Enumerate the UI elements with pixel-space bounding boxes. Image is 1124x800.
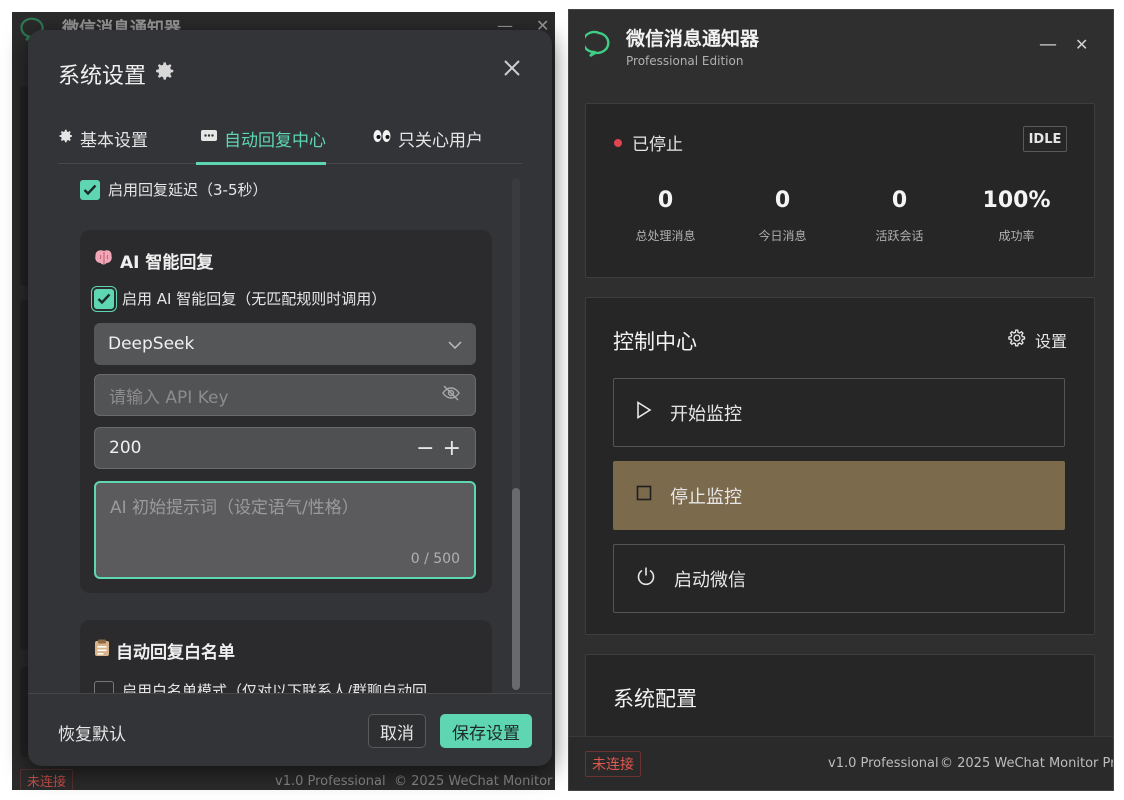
stop-monitor-label: 停止监控 — [670, 486, 742, 508]
tab-label: 基本设置 — [80, 131, 148, 151]
plus-icon[interactable]: + — [443, 436, 461, 461]
stat-value: 100% — [982, 188, 1051, 213]
gear-icon — [1007, 328, 1027, 352]
settings-modal: 系统设置 基本设置 自动回复中心 只关心用户 启用回复延迟（3-5秒） AI 智… — [28, 30, 552, 766]
status-indicator: 已停止 — [614, 130, 683, 155]
main-app-window: 微信消息通知器 Professional Edition — ✕ 已停止 IDL… — [569, 10, 1113, 790]
ai-enable-label: 启用 AI 智能回复（无匹配规则时调用） — [122, 290, 387, 308]
tab-basic-settings[interactable]: 基本设置 — [58, 126, 148, 151]
copyright-label: © 2025 WeChat Monitor Pro — [394, 774, 555, 789]
max-tokens-value: 200 — [109, 438, 142, 458]
tab-vip-users[interactable]: 只关心用户 — [372, 126, 483, 151]
stat-success-rate: 100% 成功率 — [958, 188, 1075, 244]
whitelist-mode-checkbox[interactable]: 启用白名单模式（仅对以下联系人/群聊自动回 — [94, 680, 427, 693]
launch-wechat-label: 启动微信 — [674, 569, 746, 591]
stat-value: 0 — [774, 188, 791, 213]
ai-prompt-placeholder: AI 初始提示词（设定语气/性格） — [110, 498, 359, 518]
system-config-title: 系统配置 — [613, 687, 697, 711]
close-icon[interactable]: ✕ — [1075, 35, 1088, 54]
modal-footer: 恢复默认 取消 保存设置 — [28, 693, 552, 766]
save-settings-button[interactable]: 保存设置 — [440, 714, 532, 748]
connection-status-badge: 未连接 — [585, 751, 641, 777]
stat-label: 活跃会话 — [875, 229, 924, 243]
brain-icon — [94, 249, 114, 272]
max-tokens-stepper[interactable]: 200 − + — [94, 427, 476, 469]
whitelist-card-title: 自动回复白名单 — [94, 638, 235, 663]
cancel-button[interactable]: 取消 — [368, 714, 426, 748]
stat-active-sessions: 0 活跃会话 — [841, 188, 958, 244]
stat-value: 0 — [891, 188, 908, 213]
play-icon — [636, 401, 652, 424]
app-title: 微信消息通知器 — [626, 28, 760, 50]
status-dot-icon — [614, 138, 622, 147]
whitelist-card-title-text: 自动回复白名单 — [116, 643, 235, 663]
version-label: v1.0 Professional — [828, 756, 939, 771]
status-footer: 未连接 v1.0 Professional © 2025 WeChat Moni… — [569, 736, 1113, 790]
ai-enable-checkbox[interactable]: 启用 AI 智能回复（无匹配规则时调用） — [94, 288, 386, 309]
stat-today-messages: 0 今日消息 — [724, 188, 841, 244]
stat-total-messages: 0 总处理消息 — [607, 188, 724, 244]
gear-icon — [58, 128, 74, 149]
stop-monitor-button[interactable]: 停止监控 — [613, 461, 1065, 530]
clipboard-icon — [94, 639, 110, 662]
gear-icon — [154, 60, 176, 88]
status-text: 已停止 — [632, 135, 683, 155]
tab-label: 只关心用户 — [398, 131, 483, 151]
tab-label: 自动回复中心 — [224, 131, 326, 151]
checkbox-checked-icon[interactable] — [94, 288, 114, 309]
control-center-title: 控制中心 — [613, 330, 697, 354]
api-key-placeholder: 请输入 API Key — [109, 387, 229, 408]
eyes-icon — [372, 128, 392, 149]
modal-title: 系统设置 — [58, 58, 176, 90]
start-monitor-label: 开始监控 — [670, 403, 742, 425]
chevron-down-icon — [448, 334, 462, 354]
scrollbar-thumb[interactable] — [512, 488, 520, 690]
reply-delay-label: 启用回复延迟（3-5秒） — [108, 181, 268, 199]
eye-off-icon[interactable] — [441, 385, 461, 406]
wechat-logo-icon — [582, 30, 613, 62]
version-label: v1.0 Professional — [275, 774, 386, 789]
ai-card-title: AI 智能回复 — [94, 248, 213, 273]
settings-scroll-area[interactable]: 启用回复延迟（3-5秒） AI 智能回复 启用 AI 智能回复（无匹配规则时调用… — [58, 165, 528, 693]
connection-status-badge: 未连接 — [20, 769, 74, 790]
stat-label: 成功率 — [998, 229, 1035, 243]
open-settings-button[interactable]: 设置 — [1007, 328, 1067, 352]
prompt-char-count: 0 / 500 — [410, 551, 460, 567]
stop-icon — [636, 485, 652, 506]
copyright-label: © 2025 WeChat Monitor Pro — [940, 756, 1113, 771]
start-monitor-button[interactable]: 开始监控 — [613, 378, 1065, 447]
checkbox-unchecked-icon[interactable] — [94, 680, 114, 693]
minus-icon[interactable]: − — [416, 436, 434, 461]
whitelist-card: 自动回复白名单 启用白名单模式（仅对以下联系人/群聊自动回 — [80, 620, 492, 693]
whitelist-mode-label: 启用白名单模式（仅对以下联系人/群聊自动回 — [122, 682, 428, 693]
status-panel: 已停止 IDLE 0 总处理消息 0 今日消息 0 活跃会话 100% 成功率 — [585, 103, 1095, 278]
ai-card-title-text: AI 智能回复 — [120, 253, 214, 273]
ai-model-value: DeepSeek — [108, 334, 195, 354]
stats-row: 0 总处理消息 0 今日消息 0 活跃会话 100% 成功率 — [607, 188, 1075, 244]
checkbox-checked-icon[interactable] — [80, 179, 100, 200]
minimize-icon[interactable]: — — [1039, 34, 1057, 55]
chat-bubble-icon — [200, 128, 218, 149]
reply-delay-checkbox[interactable]: 启用回复延迟（3-5秒） — [80, 179, 268, 200]
ai-prompt-textarea[interactable]: AI 初始提示词（设定语气/性格） 0 / 500 — [94, 481, 476, 579]
stat-value: 0 — [657, 188, 674, 213]
tab-auto-reply-center[interactable]: 自动回复中心 — [200, 126, 326, 151]
ai-model-select[interactable]: DeepSeek — [94, 323, 476, 365]
reset-defaults-button[interactable]: 恢复默认 — [58, 720, 126, 745]
settings-tabs: 基本设置 自动回复中心 只关心用户 — [58, 120, 522, 165]
idle-badge: IDLE — [1023, 126, 1067, 152]
ai-reply-card: AI 智能回复 启用 AI 智能回复（无匹配规则时调用） DeepSeek 请输… — [80, 230, 492, 593]
app-subtitle: Professional Edition — [626, 54, 744, 68]
settings-label: 设置 — [1034, 332, 1067, 351]
launch-wechat-button[interactable]: 启动微信 — [613, 544, 1065, 613]
power-icon — [636, 566, 656, 591]
modal-close-icon[interactable] — [502, 58, 522, 78]
stat-label: 总处理消息 — [635, 229, 696, 243]
control-center-panel: 控制中心 设置 开始监控 停止监控 启动微信 — [585, 297, 1095, 635]
stat-label: 今日消息 — [758, 229, 807, 243]
stepper-controls: − + — [416, 436, 461, 461]
modal-title-text: 系统设置 — [58, 64, 147, 89]
api-key-input[interactable]: 请输入 API Key — [94, 374, 476, 416]
